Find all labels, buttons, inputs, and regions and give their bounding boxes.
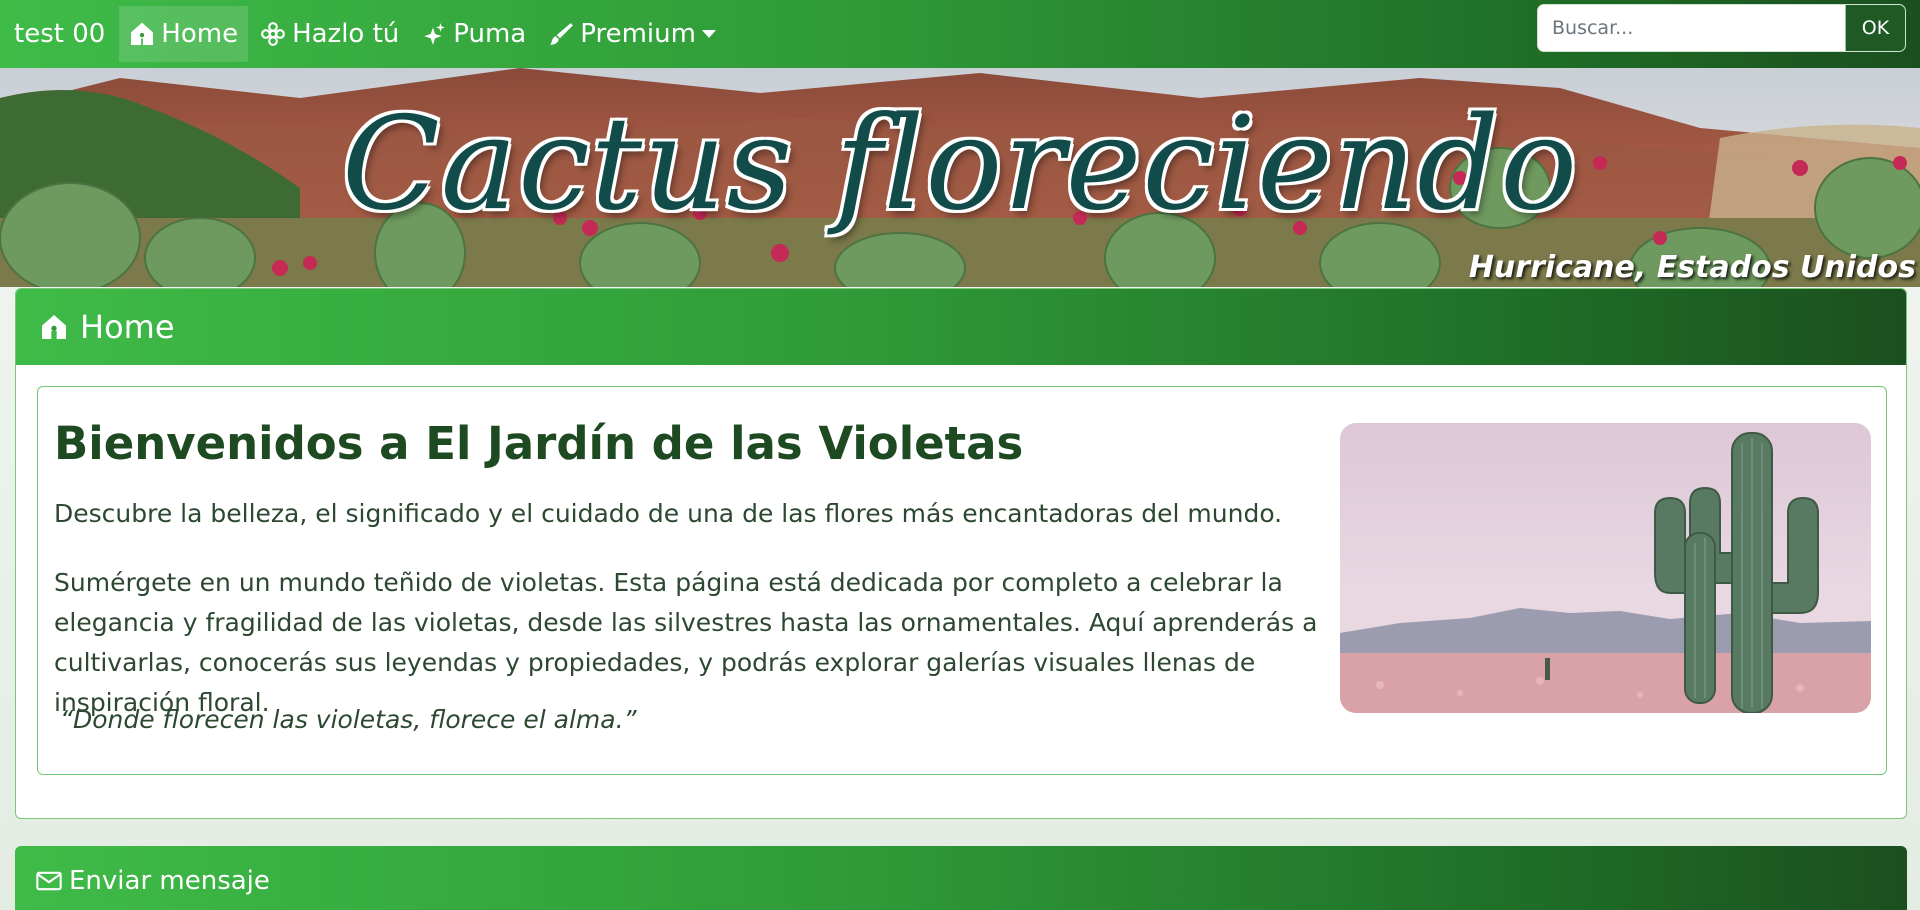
- send-message-card[interactable]: Enviar mensaje: [15, 846, 1907, 910]
- banner-title: Cactus floreciendo: [341, 90, 1579, 239]
- intro-paragraph: Descubre la belleza, el significado y el…: [54, 499, 1283, 528]
- house-icon: [42, 315, 66, 339]
- quote-text: “Donde florecen las violetas, florece el…: [60, 705, 637, 734]
- brush-icon: [550, 23, 574, 45]
- sparkles-icon: [424, 23, 446, 45]
- home-card: Home Bienvenidos a El Jardín de las Viol…: [15, 288, 1907, 819]
- home-card-header: Home: [16, 289, 1906, 365]
- envelope-icon: [36, 871, 62, 891]
- flower-icon: [261, 22, 285, 46]
- welcome-heading: Bienvenidos a El Jardín de las Violetas: [54, 417, 1024, 470]
- brand-link[interactable]: test 00: [0, 6, 119, 62]
- send-message-title: Enviar mensaje: [69, 866, 270, 896]
- hero-banner: Cactus floreciendo Hurricane, Estados Un…: [0, 68, 1920, 287]
- home-card-title: Home: [80, 308, 175, 346]
- nav-item-label: Premium: [580, 19, 696, 49]
- description-paragraph: Sumérgete en un mundo teñido de violetas…: [54, 568, 1318, 717]
- cactus-illustration: [1340, 423, 1871, 713]
- search-button[interactable]: OK: [1845, 5, 1905, 51]
- search-form: OK: [1537, 4, 1906, 52]
- nav-item-home[interactable]: Home: [119, 6, 249, 62]
- cactus-photo: [1340, 423, 1871, 713]
- banner-location: Hurricane, Estados Unidos: [1468, 250, 1916, 285]
- nav-item-premium-dropdown[interactable]: Premium: [538, 6, 726, 62]
- top-navbar: test 00 Home Hazlo tú Puma Premium Busca…: [0, 0, 1920, 68]
- caret-down-icon: [701, 30, 716, 38]
- nav-item-hazlo-tu[interactable]: Hazlo tú: [250, 6, 409, 62]
- nav-item-label: Puma: [453, 19, 527, 49]
- search-input[interactable]: [1538, 5, 1845, 51]
- nav-item-puma[interactable]: Puma: [411, 6, 536, 62]
- house-icon: [131, 22, 154, 45]
- nav-item-label: Home: [161, 19, 239, 49]
- welcome-panel: Bienvenidos a El Jardín de las Violetas …: [37, 386, 1887, 775]
- nav-item-label: Hazlo tú: [292, 19, 400, 49]
